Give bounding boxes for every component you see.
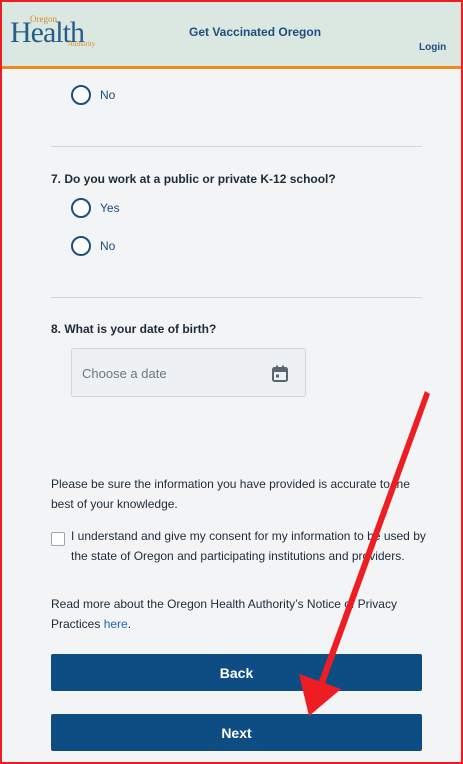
radio-label: Yes: [100, 201, 120, 215]
date-placeholder: Choose a date: [82, 366, 167, 381]
page-title: Get Vaccinated Oregon: [189, 25, 322, 39]
q6-option-no[interactable]: No: [71, 85, 115, 105]
logo-oregon-text: Oregon: [30, 14, 57, 24]
divider: [51, 297, 422, 298]
radio-button[interactable]: [71, 198, 91, 218]
app-header: Health Oregon Authority Get Vaccinated O…: [0, 0, 463, 69]
consent-label: I understand and give my consent for my …: [71, 529, 426, 563]
oha-logo[interactable]: Health Oregon Authority: [10, 12, 100, 52]
q7-option-no[interactable]: No: [71, 236, 115, 256]
next-button[interactable]: Next: [51, 714, 422, 751]
radio-button[interactable]: [71, 236, 91, 256]
date-of-birth-input[interactable]: Choose a date: [71, 348, 306, 397]
question-8: 8. What is your date of birth?: [51, 322, 217, 336]
consent-checkbox[interactable]: [51, 532, 65, 546]
back-button[interactable]: Back: [51, 654, 422, 691]
privacy-notice-end: .: [127, 617, 132, 631]
divider: [51, 146, 422, 147]
radio-button[interactable]: [71, 85, 91, 105]
q7-option-yes[interactable]: Yes: [71, 198, 120, 218]
accuracy-notice: Please be sure the information you have …: [51, 477, 410, 511]
radio-label: No: [100, 239, 116, 253]
calendar-icon[interactable]: [272, 365, 288, 382]
privacy-here-link[interactable]: here: [104, 617, 128, 631]
logo-authority-text: Authority: [68, 40, 96, 48]
privacy-notice: Read more about the Oregon Health Author…: [51, 594, 423, 634]
radio-label: No: [100, 88, 116, 102]
question-7: 7. Do you work at a public or private K-…: [51, 172, 336, 186]
login-link[interactable]: Login: [419, 42, 446, 53]
